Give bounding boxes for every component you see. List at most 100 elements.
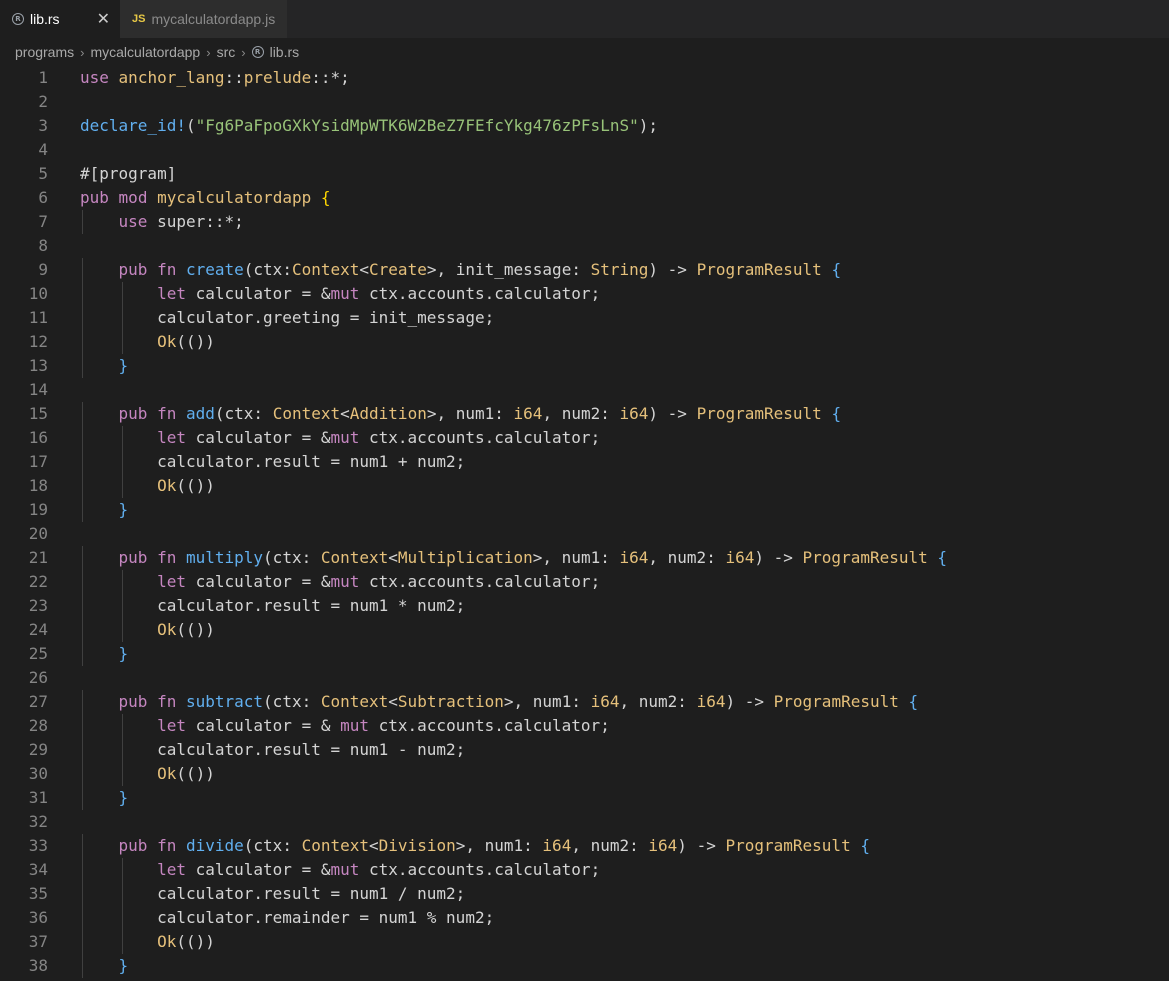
code-line[interactable]: 30 Ok(()) bbox=[0, 762, 1169, 786]
code-line[interactable]: 31 } bbox=[0, 786, 1169, 810]
code-line[interactable]: 22 let calculator = &mut ctx.accounts.ca… bbox=[0, 570, 1169, 594]
line-number: 37 bbox=[28, 932, 48, 951]
code-token: >, num1: bbox=[426, 404, 514, 423]
code-line[interactable]: 10 let calculator = &mut ctx.accounts.ca… bbox=[0, 282, 1169, 306]
indent-guide bbox=[122, 906, 124, 930]
line-code: let calculator = &mut ctx.accounts.calcu… bbox=[80, 282, 600, 306]
breadcrumb-item-programs[interactable]: programs bbox=[15, 44, 74, 60]
indent-guide bbox=[82, 570, 83, 594]
code-line[interactable]: 35 calculator.result = num1 / num2; bbox=[0, 882, 1169, 906]
indent-guide bbox=[82, 474, 83, 498]
code-token: pub bbox=[118, 260, 148, 279]
code-line[interactable]: 6 pub mod mycalculatordapp { bbox=[0, 186, 1169, 210]
breadcrumb-item-file[interactable]: lib.rs bbox=[270, 44, 300, 60]
code-line[interactable]: 37 Ok(()) bbox=[0, 930, 1169, 954]
code-token: , num2: bbox=[571, 836, 649, 855]
code-line[interactable]: 13 } bbox=[0, 354, 1169, 378]
line-code: calculator.result = num1 - num2; bbox=[80, 738, 465, 762]
code-token: add bbox=[185, 404, 215, 423]
line-number: 10 bbox=[28, 284, 48, 303]
code-line[interactable]: 7 use super::*; bbox=[0, 210, 1169, 234]
code-token: pub bbox=[118, 404, 148, 423]
code-line[interactable]: 33 pub fn divide(ctx: Context<Division>,… bbox=[0, 834, 1169, 858]
code-token: :: bbox=[224, 68, 244, 87]
code-token: (ctx: bbox=[263, 548, 321, 567]
indent-guide bbox=[122, 762, 124, 786]
code-line[interactable]: 16 let calculator = &mut ctx.accounts.ca… bbox=[0, 426, 1169, 450]
line-code: #[program] bbox=[80, 162, 176, 186]
code-line[interactable]: 38 } bbox=[0, 954, 1169, 978]
line-number: 30 bbox=[28, 764, 48, 783]
code-line[interactable]: 8 bbox=[0, 234, 1169, 258]
tab-mycalculatordapp-js[interactable]: JS mycalculatordapp.js bbox=[120, 0, 288, 38]
code-line[interactable]: 4 bbox=[0, 138, 1169, 162]
code-line[interactable]: 29 calculator.result = num1 - num2; bbox=[0, 738, 1169, 762]
line-number: 22 bbox=[28, 572, 48, 591]
line-code: calculator.result = num1 + num2; bbox=[80, 450, 465, 474]
line-number: 38 bbox=[28, 956, 48, 975]
code-token: ) -> bbox=[677, 836, 726, 855]
code-line[interactable]: 15 pub fn add(ctx: Context<Addition>, nu… bbox=[0, 402, 1169, 426]
line-code: } bbox=[80, 354, 128, 378]
line-number: 33 bbox=[28, 836, 48, 855]
code-line[interactable]: 36 calculator.remainder = num1 % num2; bbox=[0, 906, 1169, 930]
breadcrumb-item-mycalculatordapp[interactable]: mycalculatordapp bbox=[90, 44, 200, 60]
line-number: 16 bbox=[28, 428, 48, 447]
code-token: mut bbox=[330, 284, 360, 303]
code-line[interactable]: 12 Ok(()) bbox=[0, 330, 1169, 354]
code-line[interactable]: 34 let calculator = &mut ctx.accounts.ca… bbox=[0, 858, 1169, 882]
code-token: Ok bbox=[157, 476, 177, 495]
code-line[interactable]: 11 calculator.greeting = init_message; bbox=[0, 306, 1169, 330]
code-token: >, init_message: bbox=[426, 260, 591, 279]
code-token: mod bbox=[118, 188, 148, 207]
indent-guide bbox=[82, 258, 83, 282]
code-token: calculator = & bbox=[185, 572, 331, 591]
code-line[interactable]: 26 bbox=[0, 666, 1169, 690]
indent-guide bbox=[82, 882, 83, 906]
code-line[interactable]: 1 use anchor_lang::prelude::*; bbox=[0, 66, 1169, 90]
code-line[interactable]: 23 calculator.result = num1 * num2; bbox=[0, 594, 1169, 618]
code-line[interactable]: 3 declare_id!("Fg6PaFpoGXkYsidMpWTK6W2BeZ… bbox=[0, 114, 1169, 138]
code-line[interactable]: 18 Ok(()) bbox=[0, 474, 1169, 498]
code-token: } bbox=[118, 788, 129, 807]
code-line[interactable]: 32 bbox=[0, 810, 1169, 834]
code-line[interactable]: 17 calculator.result = num1 + num2; bbox=[0, 450, 1169, 474]
indent-guide bbox=[122, 858, 124, 882]
line-number: 32 bbox=[28, 812, 48, 831]
code-line[interactable]: 24 Ok(()) bbox=[0, 618, 1169, 642]
code-line[interactable]: 28 let calculator = & mut ctx.accounts.c… bbox=[0, 714, 1169, 738]
tab-lib-rs[interactable]: R lib.rs ✕ bbox=[0, 0, 120, 38]
line-code: let calculator = &mut ctx.accounts.calcu… bbox=[80, 426, 600, 450]
code-line[interactable]: 25 } bbox=[0, 642, 1169, 666]
line-number: 12 bbox=[28, 332, 48, 351]
code-token: ctx.accounts.calculator; bbox=[359, 860, 601, 879]
code-line[interactable]: 2 bbox=[0, 90, 1169, 114]
code-line[interactable]: 19 } bbox=[0, 498, 1169, 522]
code-token: { bbox=[320, 188, 331, 207]
code-line[interactable]: 20 bbox=[0, 522, 1169, 546]
code-token: mycalculatordapp bbox=[157, 188, 312, 207]
code-line[interactable]: 5 #[program] bbox=[0, 162, 1169, 186]
line-number: 14 bbox=[28, 380, 48, 399]
code-token: ( bbox=[185, 116, 196, 135]
code-token: Context bbox=[301, 836, 370, 855]
line-code: pub fn divide(ctx: Context<Division>, nu… bbox=[80, 834, 870, 858]
code-line[interactable]: 9 pub fn create(ctx:Context<Create>, ini… bbox=[0, 258, 1169, 282]
indent-guide bbox=[122, 450, 124, 474]
code-editor[interactable]: 1 use anchor_lang::prelude::*; 2 3 declare_i… bbox=[0, 66, 1169, 978]
rust-icon: R bbox=[251, 46, 264, 58]
line-code: pub fn multiply(ctx: Context<Multiplicat… bbox=[80, 546, 947, 570]
line-code: use anchor_lang::prelude::*; bbox=[80, 66, 350, 90]
code-line[interactable]: 21 pub fn multiply(ctx: Context<Multipli… bbox=[0, 546, 1169, 570]
close-icon[interactable]: ✕ bbox=[97, 9, 110, 29]
code-line[interactable]: 27 pub fn subtract(ctx: Context<Subtract… bbox=[0, 690, 1169, 714]
indent-guide bbox=[122, 594, 124, 618]
code-line[interactable]: 14 bbox=[0, 378, 1169, 402]
breadcrumb-item-src[interactable]: src bbox=[217, 44, 236, 60]
